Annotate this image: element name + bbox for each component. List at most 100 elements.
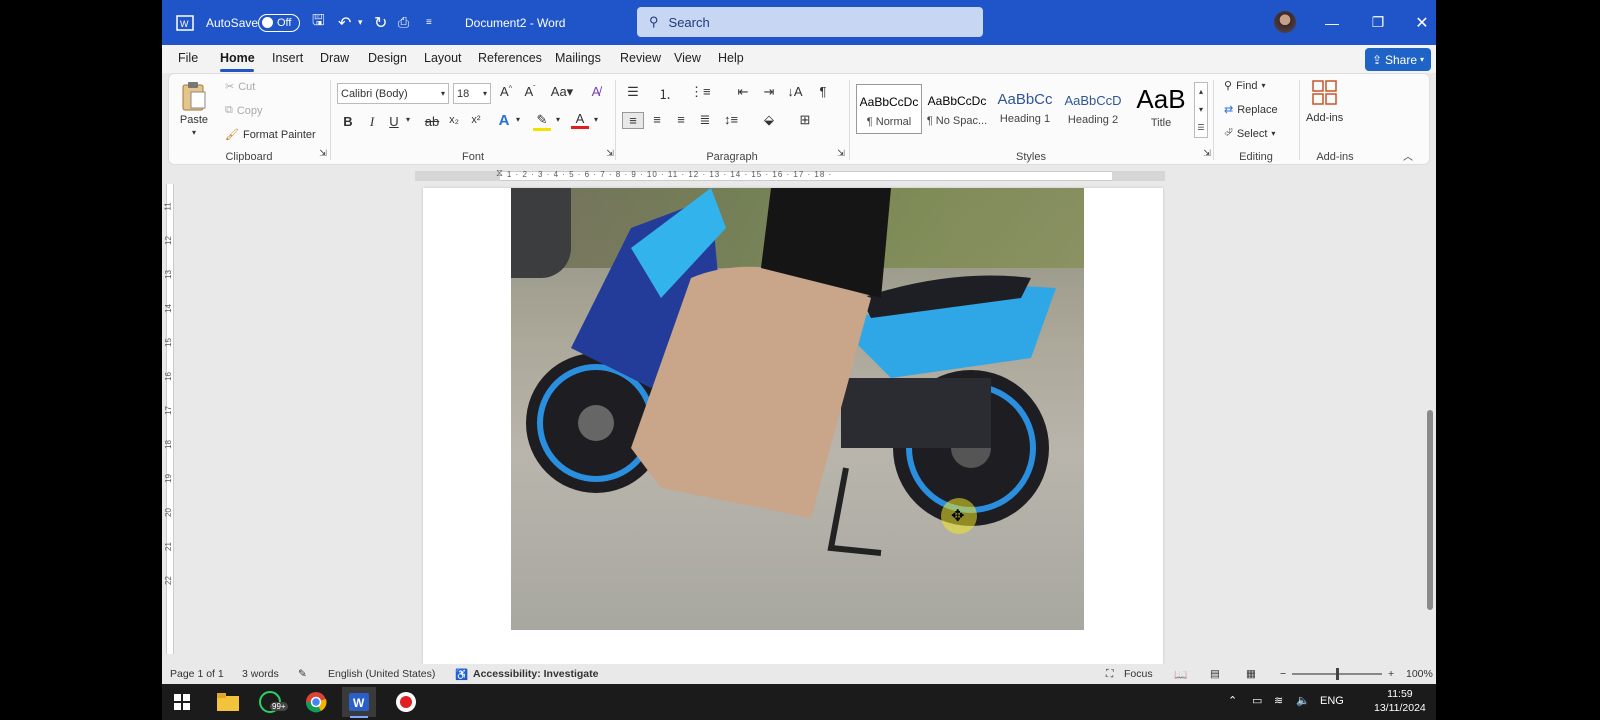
wifi-icon[interactable]: ≋: [1274, 694, 1283, 707]
style-title[interactable]: AaB Title: [1128, 84, 1194, 134]
tab-view[interactable]: View: [674, 51, 701, 65]
chevron-down-icon[interactable]: ▾: [399, 115, 417, 124]
battery-icon[interactable]: ▭: [1252, 694, 1262, 707]
tab-mailings[interactable]: Mailings: [555, 51, 601, 65]
bold-icon[interactable]: B: [339, 114, 357, 129]
search-box[interactable]: ⚲ Search: [637, 7, 983, 37]
show-formatting-icon[interactable]: ¶: [814, 84, 832, 99]
volume-icon[interactable]: 🔈: [1296, 694, 1310, 707]
zoom-in-icon[interactable]: +: [1388, 668, 1394, 680]
chevron-down-icon[interactable]: ▾: [587, 115, 605, 124]
undo-icon[interactable]: ↶: [338, 0, 351, 45]
close-icon[interactable]: ✕: [1399, 0, 1436, 45]
line-spacing-icon[interactable]: ↕≡: [722, 112, 740, 127]
restore-icon[interactable]: ❐: [1355, 0, 1401, 45]
autosave-toggle[interactable]: Off: [258, 0, 300, 45]
justify-icon[interactable]: ≣: [696, 112, 714, 128]
document-page[interactable]: ✥: [423, 188, 1163, 664]
tab-review[interactable]: Review: [620, 51, 661, 65]
customize-toolbar-icon[interactable]: ≡: [426, 0, 432, 45]
recorder-icon[interactable]: [394, 690, 418, 714]
vertical-scrollbar[interactable]: [1427, 190, 1433, 650]
cut-button[interactable]: ✂ Cut: [225, 80, 255, 94]
clock[interactable]: 11:59 13/11/2024: [1374, 687, 1426, 715]
zoom-slider-thumb[interactable]: [1336, 668, 1339, 680]
input-language[interactable]: ENG: [1320, 695, 1344, 707]
tab-layout[interactable]: Layout: [424, 51, 462, 65]
avatar[interactable]: [1274, 11, 1296, 33]
undo-dropdown-icon[interactable]: ▾: [358, 0, 363, 45]
font-family-select[interactable]: Calibri (Body) ▾: [337, 83, 449, 104]
multilevel-list-icon[interactable]: ⋮≡: [690, 84, 711, 100]
page-count[interactable]: Page 1 of 1: [170, 668, 224, 680]
align-left-icon[interactable]: ≡: [622, 112, 644, 129]
vertical-ruler[interactable]: 11 12 13 14 15 16 17 18 19 20 21 22: [162, 184, 178, 664]
save-icon[interactable]: 🖫: [312, 0, 325, 45]
copy-button[interactable]: ⧉ Copy: [225, 104, 263, 117]
read-mode-icon[interactable]: 📖: [1174, 668, 1187, 681]
align-center-icon[interactable]: ≡: [648, 112, 666, 127]
strikethrough-icon[interactable]: ab: [423, 114, 441, 129]
file-explorer-icon[interactable]: [216, 690, 240, 714]
word-count[interactable]: 3 words: [242, 668, 279, 680]
shrink-font-icon[interactable]: Aˇ: [521, 84, 539, 99]
replace-button[interactable]: ⇄ Replace: [1224, 103, 1278, 117]
tab-references[interactable]: References: [478, 51, 542, 65]
tab-design[interactable]: Design: [368, 51, 407, 65]
increase-indent-icon[interactable]: ⇥: [760, 84, 778, 100]
italic-icon[interactable]: I: [363, 114, 381, 130]
style-no-spacing[interactable]: AaBbCcDc ¶ No Spac...: [924, 84, 990, 134]
proofing-icon[interactable]: ✎: [298, 668, 307, 680]
style-heading-2[interactable]: AaBbCcD Heading 2: [1060, 84, 1126, 134]
collapse-ribbon-icon[interactable]: ︿: [1399, 148, 1417, 163]
scrollbar-thumb[interactable]: [1427, 410, 1433, 610]
language-status[interactable]: English (United States): [328, 668, 435, 680]
tray-overflow-icon[interactable]: ⌃: [1228, 694, 1237, 707]
tab-insert[interactable]: Insert: [272, 51, 303, 65]
windows-start-icon[interactable]: [170, 690, 194, 714]
format-painter-button[interactable]: 🖌 Format Painter: [225, 128, 316, 142]
word-taskbar-icon[interactable]: W: [342, 687, 376, 718]
paste-button[interactable]: Paste ▾: [179, 80, 209, 137]
tab-draw[interactable]: Draw: [320, 51, 349, 65]
font-size-select[interactable]: 18 ▾: [453, 83, 491, 104]
chevron-down-icon[interactable]: ▾: [509, 115, 527, 124]
redo-icon[interactable]: ↻: [374, 0, 387, 45]
accessibility-status[interactable]: Accessibility: Investigate: [473, 668, 598, 680]
tab-file[interactable]: File: [178, 51, 198, 65]
chevron-down-icon[interactable]: ▾: [549, 115, 567, 124]
chrome-icon[interactable]: [304, 690, 328, 714]
numbering-icon[interactable]: ⒈: [656, 84, 674, 103]
inserted-photo[interactable]: ✥: [511, 188, 1084, 630]
zoom-out-icon[interactable]: −: [1280, 668, 1286, 680]
clear-formatting-icon[interactable]: A̸: [587, 84, 605, 99]
zoom-level[interactable]: 100%: [1406, 668, 1433, 680]
decrease-indent-icon[interactable]: ⇤: [734, 84, 752, 100]
shading-icon[interactable]: ⬙: [760, 112, 778, 128]
superscript-icon[interactable]: x²: [467, 114, 485, 126]
style-heading-1[interactable]: AaBbCc Heading 1: [992, 84, 1058, 134]
indent-marker-icon[interactable]: ⧖: [496, 168, 503, 179]
styles-scroll[interactable]: ▴ ▾ ☰: [1194, 82, 1208, 138]
select-button[interactable]: ⮰ Select ▾: [1224, 127, 1275, 140]
borders-icon[interactable]: ⊞: [796, 112, 814, 128]
addins-button[interactable]: Add-ins: [1306, 80, 1343, 124]
change-case-icon[interactable]: Aa▾: [547, 84, 577, 100]
share-button[interactable]: ⇪ Share ▾: [1365, 48, 1431, 71]
web-layout-icon[interactable]: ▦: [1246, 668, 1256, 680]
grow-font-icon[interactable]: A^: [497, 84, 515, 99]
focus-button[interactable]: Focus: [1124, 668, 1153, 680]
horizontal-ruler[interactable]: · 1 · 2 · 3 · 4 · 5 · 6 · 7 · 8 · 9 · 10…: [162, 168, 1436, 184]
style-normal[interactable]: AaBbCcDc ¶ Normal: [856, 84, 922, 134]
align-right-icon[interactable]: ≡: [672, 112, 690, 127]
tab-help[interactable]: Help: [718, 51, 744, 65]
sort-icon[interactable]: ↓A: [786, 84, 804, 99]
minimize-icon[interactable]: —: [1309, 0, 1355, 45]
bullets-icon[interactable]: ☰: [624, 84, 642, 100]
tab-home[interactable]: Home: [220, 51, 255, 65]
print-preview-icon[interactable]: ⎙: [398, 0, 409, 45]
print-layout-icon[interactable]: ▤: [1210, 668, 1220, 680]
find-button[interactable]: ⚲ Find ▾: [1224, 79, 1265, 93]
whatsapp-icon[interactable]: 99+: [258, 690, 288, 714]
subscript-icon[interactable]: x₂: [445, 114, 463, 126]
